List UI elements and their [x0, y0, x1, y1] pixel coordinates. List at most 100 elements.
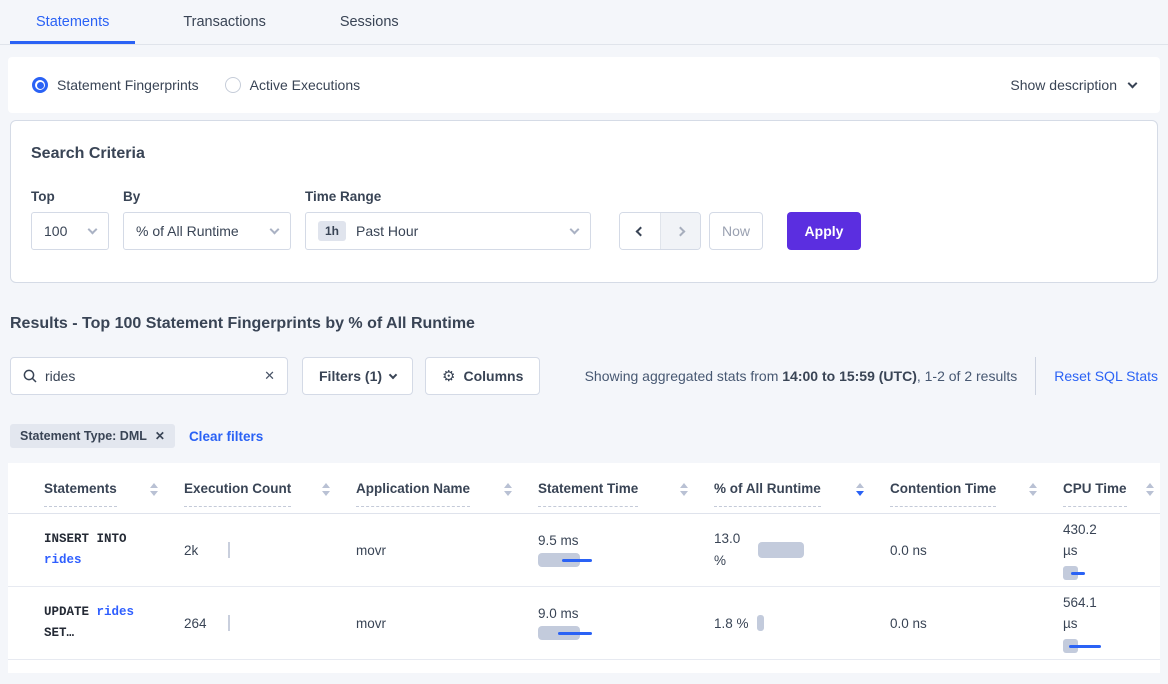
view-toggle-band: Statement Fingerprints Active Executions…	[8, 57, 1160, 113]
tab-sessions[interactable]: Sessions	[314, 2, 425, 44]
top-field: Top 100	[31, 189, 109, 250]
table-row[interactable]: UPDATE rides SET… 264 movr 9.0 ms 1.8 % …	[8, 587, 1160, 660]
statement-time-bar	[538, 626, 714, 640]
count-bar	[228, 615, 230, 631]
sort-icon-active-desc[interactable]	[856, 483, 864, 496]
statement-time-cell: 9.0 ms	[538, 606, 714, 640]
now-button[interactable]: Now	[709, 212, 763, 250]
search-input[interactable]	[45, 368, 264, 384]
filter-chip-row: Statement Type: DML ✕ Clear filters	[0, 423, 1168, 449]
tab-bar: Statements Transactions Sessions	[0, 0, 1168, 45]
runtime-bar	[758, 542, 804, 558]
col-header-contention-time[interactable]: Contention Time	[890, 481, 1063, 507]
cpu-time-cell: 564.1 µs	[1063, 593, 1160, 654]
cpu-time-cell: 430.2 µs	[1063, 520, 1160, 581]
filter-chip-statement-type[interactable]: Statement Type: DML ✕	[10, 424, 175, 448]
top-select[interactable]: 100	[31, 212, 109, 250]
sort-icon[interactable]	[680, 483, 688, 496]
by-select[interactable]: % of All Runtime	[123, 212, 291, 250]
col-header-statement-time[interactable]: Statement Time	[538, 481, 714, 507]
contention-time-cell: 0.0 ns	[890, 543, 1063, 558]
time-range-field: Time Range 1h Past Hour	[305, 189, 591, 250]
table-row[interactable]: INSERT INTO rides 2k movr 9.5 ms 13.0 % …	[8, 514, 1160, 587]
radio-unselected-icon	[225, 77, 241, 93]
time-range-value: Past Hour	[356, 223, 418, 239]
results-heading: Results - Top 100 Statement Fingerprints…	[10, 315, 1168, 335]
search-criteria-card: Search Criteria Top 100 By % of All Runt…	[10, 120, 1158, 283]
remove-filter-icon[interactable]: ✕	[155, 429, 165, 443]
clear-search-icon[interactable]: ✕	[264, 368, 275, 384]
search-criteria-title: Search Criteria	[31, 145, 1137, 163]
radio-label: Active Executions	[250, 77, 361, 93]
filters-button[interactable]: Filters (1)	[302, 357, 413, 395]
radio-label: Statement Fingerprints	[57, 77, 199, 93]
table-header-row: Statements Execution Count Application N…	[8, 481, 1160, 514]
apply-button[interactable]: Apply	[787, 212, 861, 250]
time-range-label: Time Range	[305, 189, 591, 204]
application-name-cell: movr	[356, 543, 538, 558]
show-description-toggle[interactable]: Show description	[1010, 77, 1136, 93]
chevron-down-icon	[270, 225, 280, 235]
time-next-button[interactable]	[660, 213, 700, 249]
clear-filters-link[interactable]: Clear filters	[189, 429, 263, 444]
top-label: Top	[31, 189, 109, 204]
col-header-statements[interactable]: Statements	[44, 481, 184, 507]
chevron-down-icon	[389, 370, 397, 378]
tab-transactions[interactable]: Transactions	[157, 2, 291, 44]
statements-table: Statements Execution Count Application N…	[8, 463, 1160, 673]
col-header-application-name[interactable]: Application Name	[356, 481, 538, 507]
by-select-value: % of All Runtime	[136, 223, 239, 239]
sort-icon[interactable]	[150, 483, 158, 496]
search-icon	[23, 369, 37, 383]
sort-icon[interactable]	[1029, 483, 1037, 496]
search-box: ✕	[10, 357, 288, 395]
chevron-left-icon	[635, 226, 645, 236]
filters-label: Filters (1)	[319, 368, 382, 384]
reset-sql-stats-link[interactable]: Reset SQL Stats	[1054, 368, 1158, 384]
col-header-runtime[interactable]: % of All Runtime	[714, 481, 890, 507]
chevron-down-icon	[570, 225, 580, 235]
chevron-down-icon	[1128, 79, 1138, 89]
time-range-select[interactable]: 1h Past Hour	[305, 212, 591, 250]
runtime-cell: 1.8 %	[714, 615, 890, 631]
statement-time-bar	[538, 553, 714, 567]
time-nav-group	[619, 212, 701, 250]
count-bar	[228, 542, 230, 558]
statement-link[interactable]: rides	[97, 605, 135, 619]
radio-selected-icon	[32, 77, 48, 93]
col-header-execution-count[interactable]: Execution Count	[184, 481, 356, 507]
divider	[1035, 357, 1036, 395]
execution-count-cell: 2k	[184, 542, 356, 558]
tab-statements[interactable]: Statements	[10, 2, 135, 44]
cpu-time-bar	[1063, 639, 1160, 653]
col-header-cpu-time[interactable]: CPU Time	[1063, 481, 1160, 507]
statement-time-cell: 9.5 ms	[538, 533, 714, 567]
radio-statement-fingerprints[interactable]: Statement Fingerprints	[32, 77, 199, 93]
columns-button[interactable]: ⚙ Columns	[425, 357, 540, 395]
results-summary: Showing aggregated stats from 14:00 to 1…	[585, 368, 1018, 384]
time-prev-button[interactable]	[620, 213, 660, 249]
by-field: By % of All Runtime	[123, 189, 291, 250]
by-label: By	[123, 189, 291, 204]
chevron-right-icon	[676, 226, 686, 236]
statement-cell: UPDATE rides SET…	[44, 602, 184, 643]
contention-time-cell: 0.0 ns	[890, 616, 1063, 631]
show-description-label: Show description	[1010, 77, 1117, 93]
statement-link[interactable]: rides	[44, 553, 82, 567]
runtime-bar	[757, 615, 764, 631]
sort-icon[interactable]	[1146, 483, 1154, 496]
chevron-down-icon	[88, 225, 98, 235]
columns-label: Columns	[463, 368, 523, 384]
results-toolbar: ✕ Filters (1) ⚙ Columns Showing aggregat…	[0, 357, 1168, 395]
radio-active-executions[interactable]: Active Executions	[225, 77, 361, 93]
sort-icon[interactable]	[322, 483, 330, 496]
application-name-cell: movr	[356, 616, 538, 631]
filter-chip-label: Statement Type: DML	[20, 429, 147, 443]
runtime-cell: 13.0 %	[714, 528, 890, 571]
gear-icon: ⚙	[442, 367, 455, 385]
statement-cell: INSERT INTO rides	[44, 529, 184, 570]
time-range-badge: 1h	[318, 221, 346, 241]
sort-icon[interactable]	[504, 483, 512, 496]
cpu-time-bar	[1063, 566, 1160, 580]
top-select-value: 100	[44, 223, 67, 239]
